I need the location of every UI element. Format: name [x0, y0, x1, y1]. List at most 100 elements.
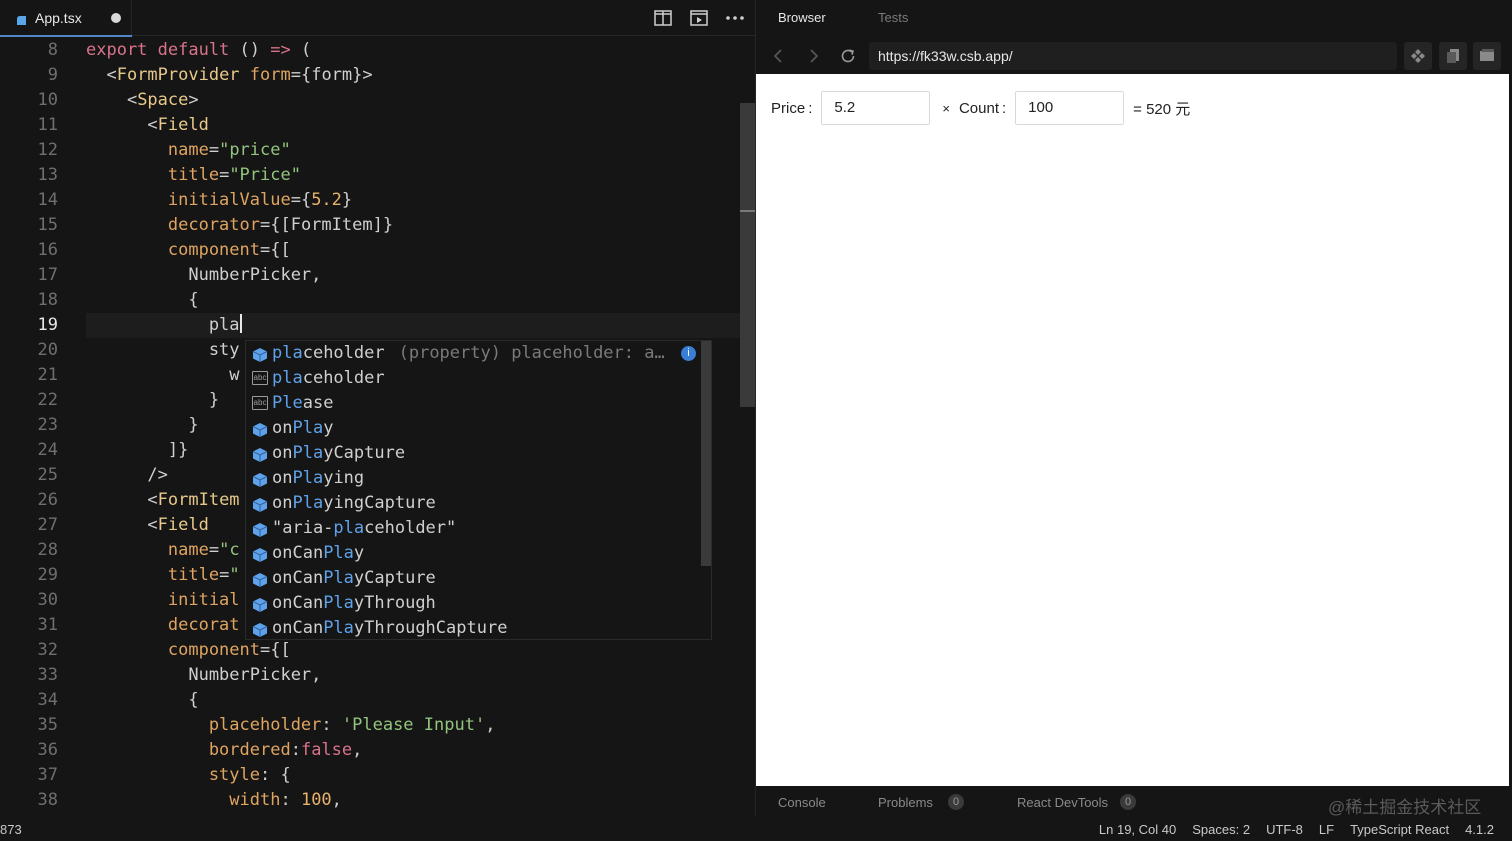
suggestion-rest: ying: [323, 468, 365, 488]
code-line[interactable]: 17 NumberPicker,: [0, 263, 740, 288]
suggestion-prefix: onCan: [272, 593, 324, 613]
code-token: <: [86, 515, 158, 535]
code-line[interactable]: 32 component={[: [0, 638, 740, 663]
info-icon[interactable]: i: [681, 346, 696, 361]
count-input[interactable]: 100: [1015, 91, 1125, 125]
line-number: 27: [37, 515, 58, 535]
line-number: 26: [37, 490, 58, 510]
code-line[interactable]: 36 bordered:false,: [0, 738, 740, 763]
line-number: 37: [37, 765, 58, 785]
back-icon[interactable]: [770, 47, 788, 65]
suggestion-item[interactable]: abc Please: [246, 391, 701, 416]
code-line[interactable]: 12 name="price": [0, 138, 740, 163]
text-word-icon: abc: [252, 371, 268, 387]
suggestion-prefix: "aria-: [272, 518, 334, 538]
typescript-version[interactable]: 4.1.2: [1465, 822, 1494, 837]
tab-app-tsx[interactable]: App.tsx: [0, 0, 132, 37]
split-editor-icon[interactable]: [651, 6, 675, 30]
tab-tests[interactable]: Tests: [878, 10, 908, 25]
code-token: style: [86, 765, 260, 785]
tab-problems[interactable]: Problems: [878, 795, 933, 810]
suggestion-item[interactable]: onCanPlayCapture: [246, 566, 701, 591]
code-line[interactable]: 15 decorator={[FormItem]}: [0, 213, 740, 238]
preview-tabs: Browser Tests: [756, 0, 1512, 36]
suggestion-item[interactable]: onCanPlay: [246, 541, 701, 566]
code-line[interactable]: 14 initialValue={5.2}: [0, 188, 740, 213]
code-token: false: [300, 740, 353, 760]
line-number: 10: [37, 90, 58, 110]
suggestion-item[interactable]: onPlayingCapture: [246, 491, 701, 516]
line-source: decorator={[FormItem]}: [86, 213, 393, 238]
suggestion-item[interactable]: placeholder (property) placeholder: a… i: [246, 341, 701, 366]
suggestion-label: placeholder: [272, 366, 385, 391]
layout-icon[interactable]: [1473, 42, 1501, 70]
suggestion-label: placeholder (property) placeholder: a…: [272, 341, 665, 366]
code-token: "price": [219, 140, 291, 160]
end-of-line[interactable]: LF: [1319, 822, 1334, 837]
more-actions-icon[interactable]: [723, 6, 747, 30]
line-source: }: [86, 413, 199, 438]
code-line[interactable]: 19 pla: [0, 313, 740, 338]
suggestion-item[interactable]: onPlaying: [246, 466, 701, 491]
open-new-window-icon[interactable]: [1439, 42, 1467, 70]
code-token: "c: [219, 540, 240, 560]
line-number: 9: [47, 65, 58, 85]
indentation[interactable]: Spaces: 2: [1192, 822, 1250, 837]
line-source: name="price": [86, 138, 291, 163]
code-token: }: [86, 415, 199, 435]
suggestion-item[interactable]: abc placeholder: [246, 366, 701, 391]
suggestion-item[interactable]: "aria-placeholder": [246, 516, 701, 541]
forward-icon[interactable]: [804, 47, 822, 65]
code-line[interactable]: 10 <Space>: [0, 88, 740, 113]
code-line[interactable]: 38 width: 100,: [0, 788, 740, 813]
tab-browser[interactable]: Browser: [778, 10, 826, 25]
line-number: 18: [37, 290, 58, 310]
line-source: style: {: [86, 763, 291, 788]
price-input[interactable]: 5.2: [821, 91, 931, 125]
suggestion-item[interactable]: onCanPlayThrough: [246, 591, 701, 616]
suggestion-prefix: on: [272, 418, 293, 438]
suggestion-rest: y: [353, 543, 365, 563]
code-token: 100: [300, 790, 332, 810]
code-line[interactable]: 9 <FormProvider form={form}>: [0, 63, 740, 88]
cursor-position[interactable]: Ln 19, Col 40: [1099, 822, 1176, 837]
code-line[interactable]: 34 {: [0, 688, 740, 713]
status-left-text: 873: [0, 822, 22, 837]
url-input[interactable]: https://fk33w.csb.app/: [869, 42, 1397, 70]
suggestion-item[interactable]: onPlay: [246, 416, 701, 441]
code-token: />: [86, 465, 168, 485]
suggestion-item[interactable]: onCanPlayThroughCapture: [246, 616, 701, 641]
line-number: 11: [37, 115, 58, 135]
tab-react-devtools[interactable]: React DevTools: [1017, 795, 1108, 810]
status-bar: 873 Ln 19, Col 40 Spaces: 2 UTF-8 LF Typ…: [0, 816, 1512, 841]
code-line[interactable]: 16 component={[: [0, 238, 740, 263]
code-line[interactable]: 37 style: {: [0, 763, 740, 788]
code-token: :: [290, 740, 301, 760]
code-line[interactable]: 33 NumberPicker,: [0, 663, 740, 688]
refresh-icon[interactable]: [839, 47, 857, 65]
browser-viewport: Price: 5.2 × Count: 100 = 520 元: [756, 74, 1509, 786]
tab-label: App.tsx: [35, 10, 82, 26]
suggestion-rest: ceholder": [364, 518, 457, 538]
autocomplete-suggestions[interactable]: placeholder (property) placeholder: a… i ab…: [245, 340, 712, 640]
editor-scrollbar-thumb[interactable]: [740, 103, 755, 407]
code-line[interactable]: 35 placeholder: 'Please Input',: [0, 713, 740, 738]
code-line[interactable]: 11 <Field: [0, 113, 740, 138]
suggestions-scrollbar[interactable]: [701, 341, 711, 566]
suggestion-item[interactable]: onPlayCapture: [246, 441, 701, 466]
open-preview-icon[interactable]: [687, 6, 711, 30]
code-line[interactable]: 18 {: [0, 288, 740, 313]
encoding[interactable]: UTF-8: [1266, 822, 1303, 837]
suggestion-label: onPlay: [272, 416, 333, 441]
code-token: }: [86, 390, 220, 410]
suggestion-match: Pla: [292, 443, 324, 463]
code-token: =: [208, 140, 220, 160]
line-source: <FormItem: [86, 488, 239, 513]
language-mode[interactable]: TypeScript React: [1350, 822, 1449, 837]
tab-console[interactable]: Console: [778, 795, 826, 810]
code-token: bordered: [86, 740, 291, 760]
devtools-toggle-icon[interactable]: [1404, 42, 1432, 70]
code-line[interactable]: 8 export default () => (: [0, 38, 740, 63]
code-line[interactable]: 13 title="Price": [0, 163, 740, 188]
unsaved-dot-icon[interactable]: [111, 13, 121, 23]
